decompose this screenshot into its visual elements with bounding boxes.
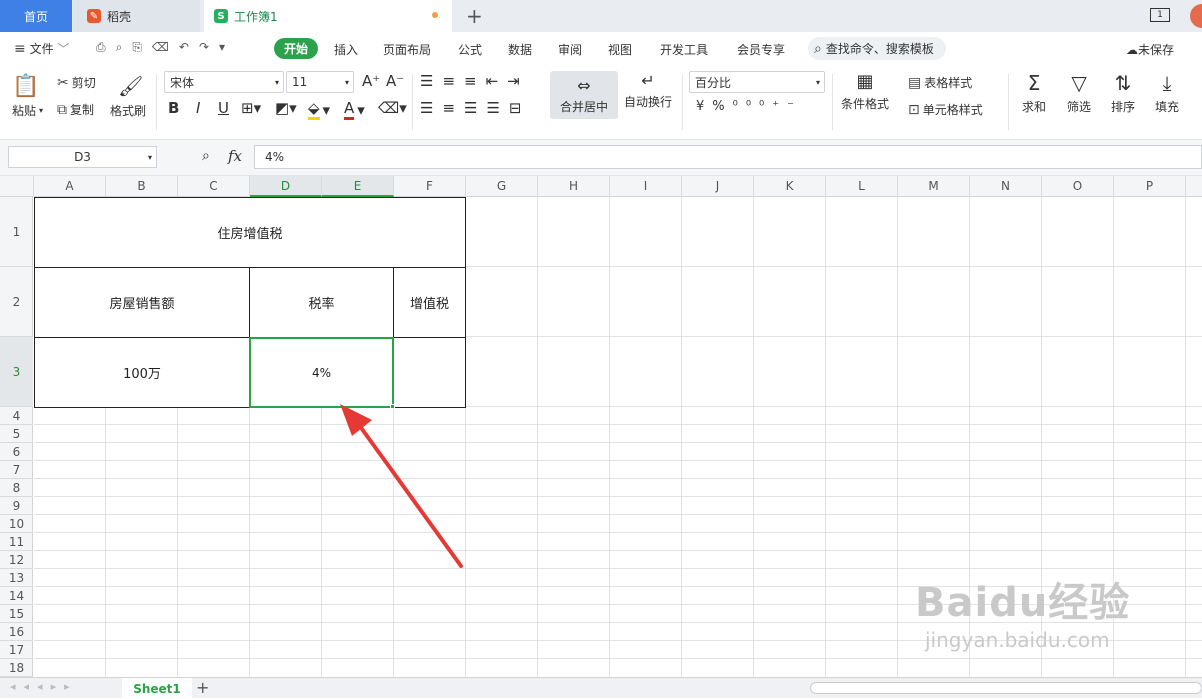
add-sheet-icon[interactable]: + <box>196 678 209 697</box>
arrow-shaft <box>352 416 463 568</box>
sheet-nav-arrows[interactable]: ◂◂◂▸▸ <box>10 680 78 693</box>
red-arrow-annotation <box>340 404 463 568</box>
horizontal-scrollbar[interactable] <box>810 682 1202 694</box>
arrow-head <box>340 404 372 436</box>
sheet-tab-bar: ◂◂◂▸▸ Sheet1 + <box>0 677 1202 699</box>
sheet-tab-sheet1[interactable]: Sheet1 <box>122 678 192 699</box>
